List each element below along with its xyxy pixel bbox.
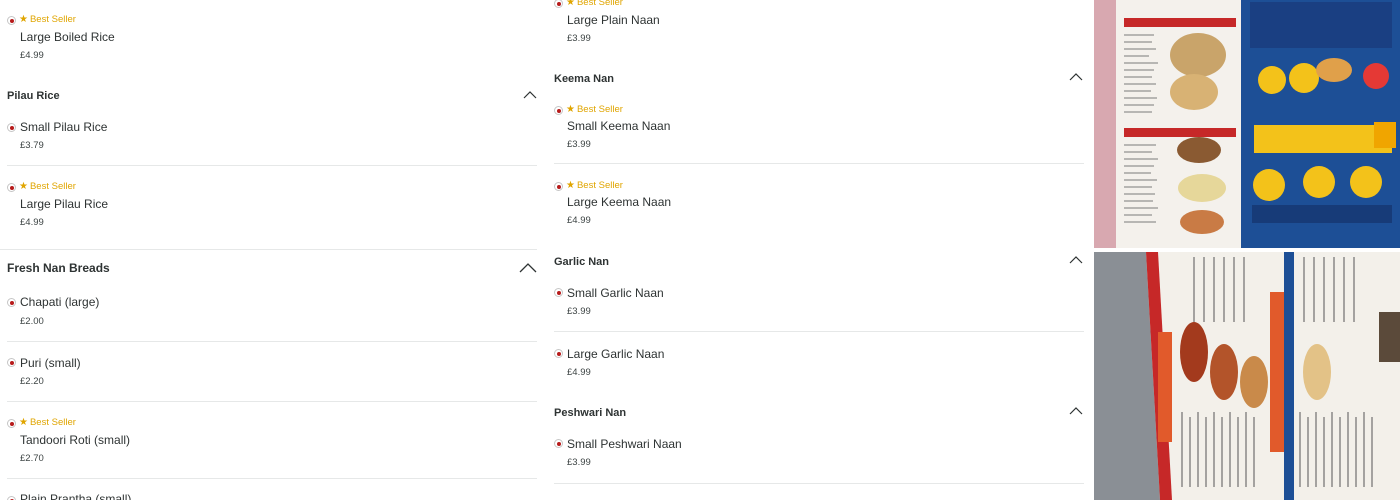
section-header-pilau-rice[interactable]: Pilau Rice bbox=[0, 82, 537, 110]
star-icon: ★ bbox=[566, 180, 575, 191]
menu-item-name: Large Boiled Rice bbox=[20, 30, 115, 44]
menu-column-middle: ★ Best Seller Large Plain Naan £3.99 Keem… bbox=[553, 0, 1084, 500]
star-icon: ★ bbox=[566, 104, 575, 115]
menu-item[interactable]: Puri (small) £2.20 bbox=[0, 350, 537, 400]
menu-item-name: Small Keema Naan bbox=[567, 119, 671, 133]
divider bbox=[7, 401, 537, 402]
menu-item-price: £2.00 bbox=[20, 316, 44, 327]
section-title: Garlic Nan bbox=[554, 256, 610, 268]
menu-item[interactable]: ★ Best Seller Large Boiled Rice £4.99 bbox=[0, 0, 537, 80]
veg-indicator-icon bbox=[554, 349, 563, 358]
menu-item[interactable]: ★ Best Seller Large Plain Naan £3.99 bbox=[553, 0, 1084, 58]
best-seller-badge: ★ Best Seller bbox=[566, 104, 623, 115]
starters-leaflet-image bbox=[1094, 252, 1400, 500]
veg-indicator-icon bbox=[7, 298, 16, 307]
best-seller-badge: ★ Best Seller bbox=[19, 417, 76, 428]
menu-item-price: £3.99 bbox=[567, 457, 591, 468]
chevron-up-icon[interactable] bbox=[1069, 406, 1083, 415]
section-title: Pilau Rice bbox=[7, 90, 60, 102]
best-seller-badge: ★ Best Seller bbox=[566, 180, 623, 191]
veg-indicator-icon bbox=[7, 358, 16, 367]
menu-item-price: £2.70 bbox=[20, 453, 44, 464]
menu-item-price: £3.99 bbox=[567, 33, 591, 44]
best-seller-badge: ★ Best Seller bbox=[566, 0, 623, 8]
chevron-up-icon[interactable] bbox=[523, 90, 537, 99]
menu-item-name: Tandoori Roti (small) bbox=[20, 433, 131, 447]
menu-photo-top[interactable] bbox=[1094, 0, 1400, 248]
menu-item-name: Small Garlic Naan bbox=[567, 286, 664, 300]
veg-indicator-icon bbox=[554, 182, 563, 191]
menu-item[interactable]: Small Peshwari Naan £3.99 bbox=[553, 432, 1084, 482]
menu-item-name: Large Plain Naan bbox=[567, 13, 660, 27]
menu-item-name: Plain Prantha (small) bbox=[20, 492, 132, 500]
menu-item-name: Puri (small) bbox=[20, 356, 81, 370]
section-header-peshwari-nan[interactable]: Peshwari Nan bbox=[553, 400, 1084, 426]
menu-item-price: £4.99 bbox=[20, 217, 44, 228]
star-icon: ★ bbox=[566, 0, 575, 8]
veg-indicator-icon bbox=[554, 439, 563, 448]
menu-item-name: Small Pilau Rice bbox=[20, 120, 108, 134]
best-seller-badge: ★ Best Seller bbox=[19, 181, 76, 192]
veg-indicator-icon bbox=[7, 496, 16, 500]
veg-indicator-icon bbox=[7, 16, 16, 25]
section-title: Peshwari Nan bbox=[554, 407, 627, 419]
veg-indicator-icon bbox=[554, 288, 563, 297]
divider bbox=[554, 331, 1084, 332]
menu-item[interactable]: Large Garlic Naan £4.99 bbox=[553, 341, 1084, 391]
menu-item-price: £2.20 bbox=[20, 376, 44, 387]
veg-indicator-icon bbox=[7, 183, 16, 192]
menu-leaflet-image bbox=[1094, 0, 1400, 248]
menu-item[interactable]: Small Garlic Naan £3.99 bbox=[553, 280, 1084, 330]
menu-item-price: £3.79 bbox=[20, 140, 44, 151]
section-title: Fresh Nan Breads bbox=[7, 261, 110, 275]
menu-item[interactable]: ★ Best Seller Tandoori Roti (small) £2.70 bbox=[0, 412, 537, 478]
menu-item-price: £3.99 bbox=[567, 306, 591, 317]
chevron-up-icon[interactable] bbox=[1069, 72, 1083, 81]
menu-item-price: £4.99 bbox=[20, 50, 44, 61]
menu-item-name: Small Peshwari Naan bbox=[567, 437, 682, 451]
section-header-fresh-nan-breads[interactable]: Fresh Nan Breads bbox=[0, 252, 537, 282]
section-header-keema-nan[interactable]: Keema Nan bbox=[553, 66, 1084, 92]
menu-item[interactable]: ★ Best Seller Large Pilau Rice £4.99 bbox=[0, 176, 537, 246]
menu-item-name: Large Keema Naan bbox=[567, 195, 672, 209]
section-header-garlic-nan[interactable]: Garlic Nan bbox=[553, 248, 1084, 274]
menu-item[interactable]: Small Pilau Rice £3.79 bbox=[0, 112, 537, 164]
menu-item-name: Large Garlic Naan bbox=[567, 347, 665, 361]
divider bbox=[554, 163, 1084, 164]
veg-indicator-icon bbox=[554, 0, 563, 8]
menu-item-price: £4.99 bbox=[567, 215, 591, 226]
divider bbox=[554, 483, 1084, 484]
divider bbox=[7, 478, 537, 479]
divider bbox=[0, 249, 537, 250]
chevron-up-icon[interactable] bbox=[519, 262, 537, 273]
divider bbox=[7, 341, 537, 342]
veg-indicator-icon bbox=[7, 419, 16, 428]
veg-indicator-icon bbox=[554, 106, 563, 115]
section-title: Keema Nan bbox=[554, 73, 614, 85]
menu-photo-bottom[interactable] bbox=[1094, 252, 1400, 500]
menu-item-name: Chapati (large) bbox=[20, 295, 100, 309]
menu-item[interactable]: ★ Best Seller Small Keema Naan £3.99 bbox=[553, 100, 1084, 162]
divider bbox=[7, 165, 537, 166]
veg-indicator-icon bbox=[7, 123, 16, 132]
chevron-up-icon[interactable] bbox=[1069, 255, 1083, 264]
star-icon: ★ bbox=[19, 181, 28, 192]
menu-item-price: £3.99 bbox=[567, 139, 591, 150]
best-seller-badge: ★ Best Seller bbox=[19, 14, 76, 25]
menu-item-price: £4.99 bbox=[567, 367, 591, 378]
menu-column-left: ★ Best Seller Large Boiled Rice £4.99 Pil… bbox=[0, 0, 537, 500]
star-icon: ★ bbox=[19, 14, 28, 25]
menu-item-name: Large Pilau Rice bbox=[20, 197, 109, 211]
menu-item[interactable]: Chapati (large) £2.00 bbox=[0, 290, 537, 340]
menu-item[interactable]: ★ Best Seller Large Keema Naan £4.99 bbox=[553, 176, 1084, 238]
menu-item[interactable]: Plain Prantha (small) bbox=[0, 488, 537, 500]
star-icon: ★ bbox=[19, 417, 28, 428]
